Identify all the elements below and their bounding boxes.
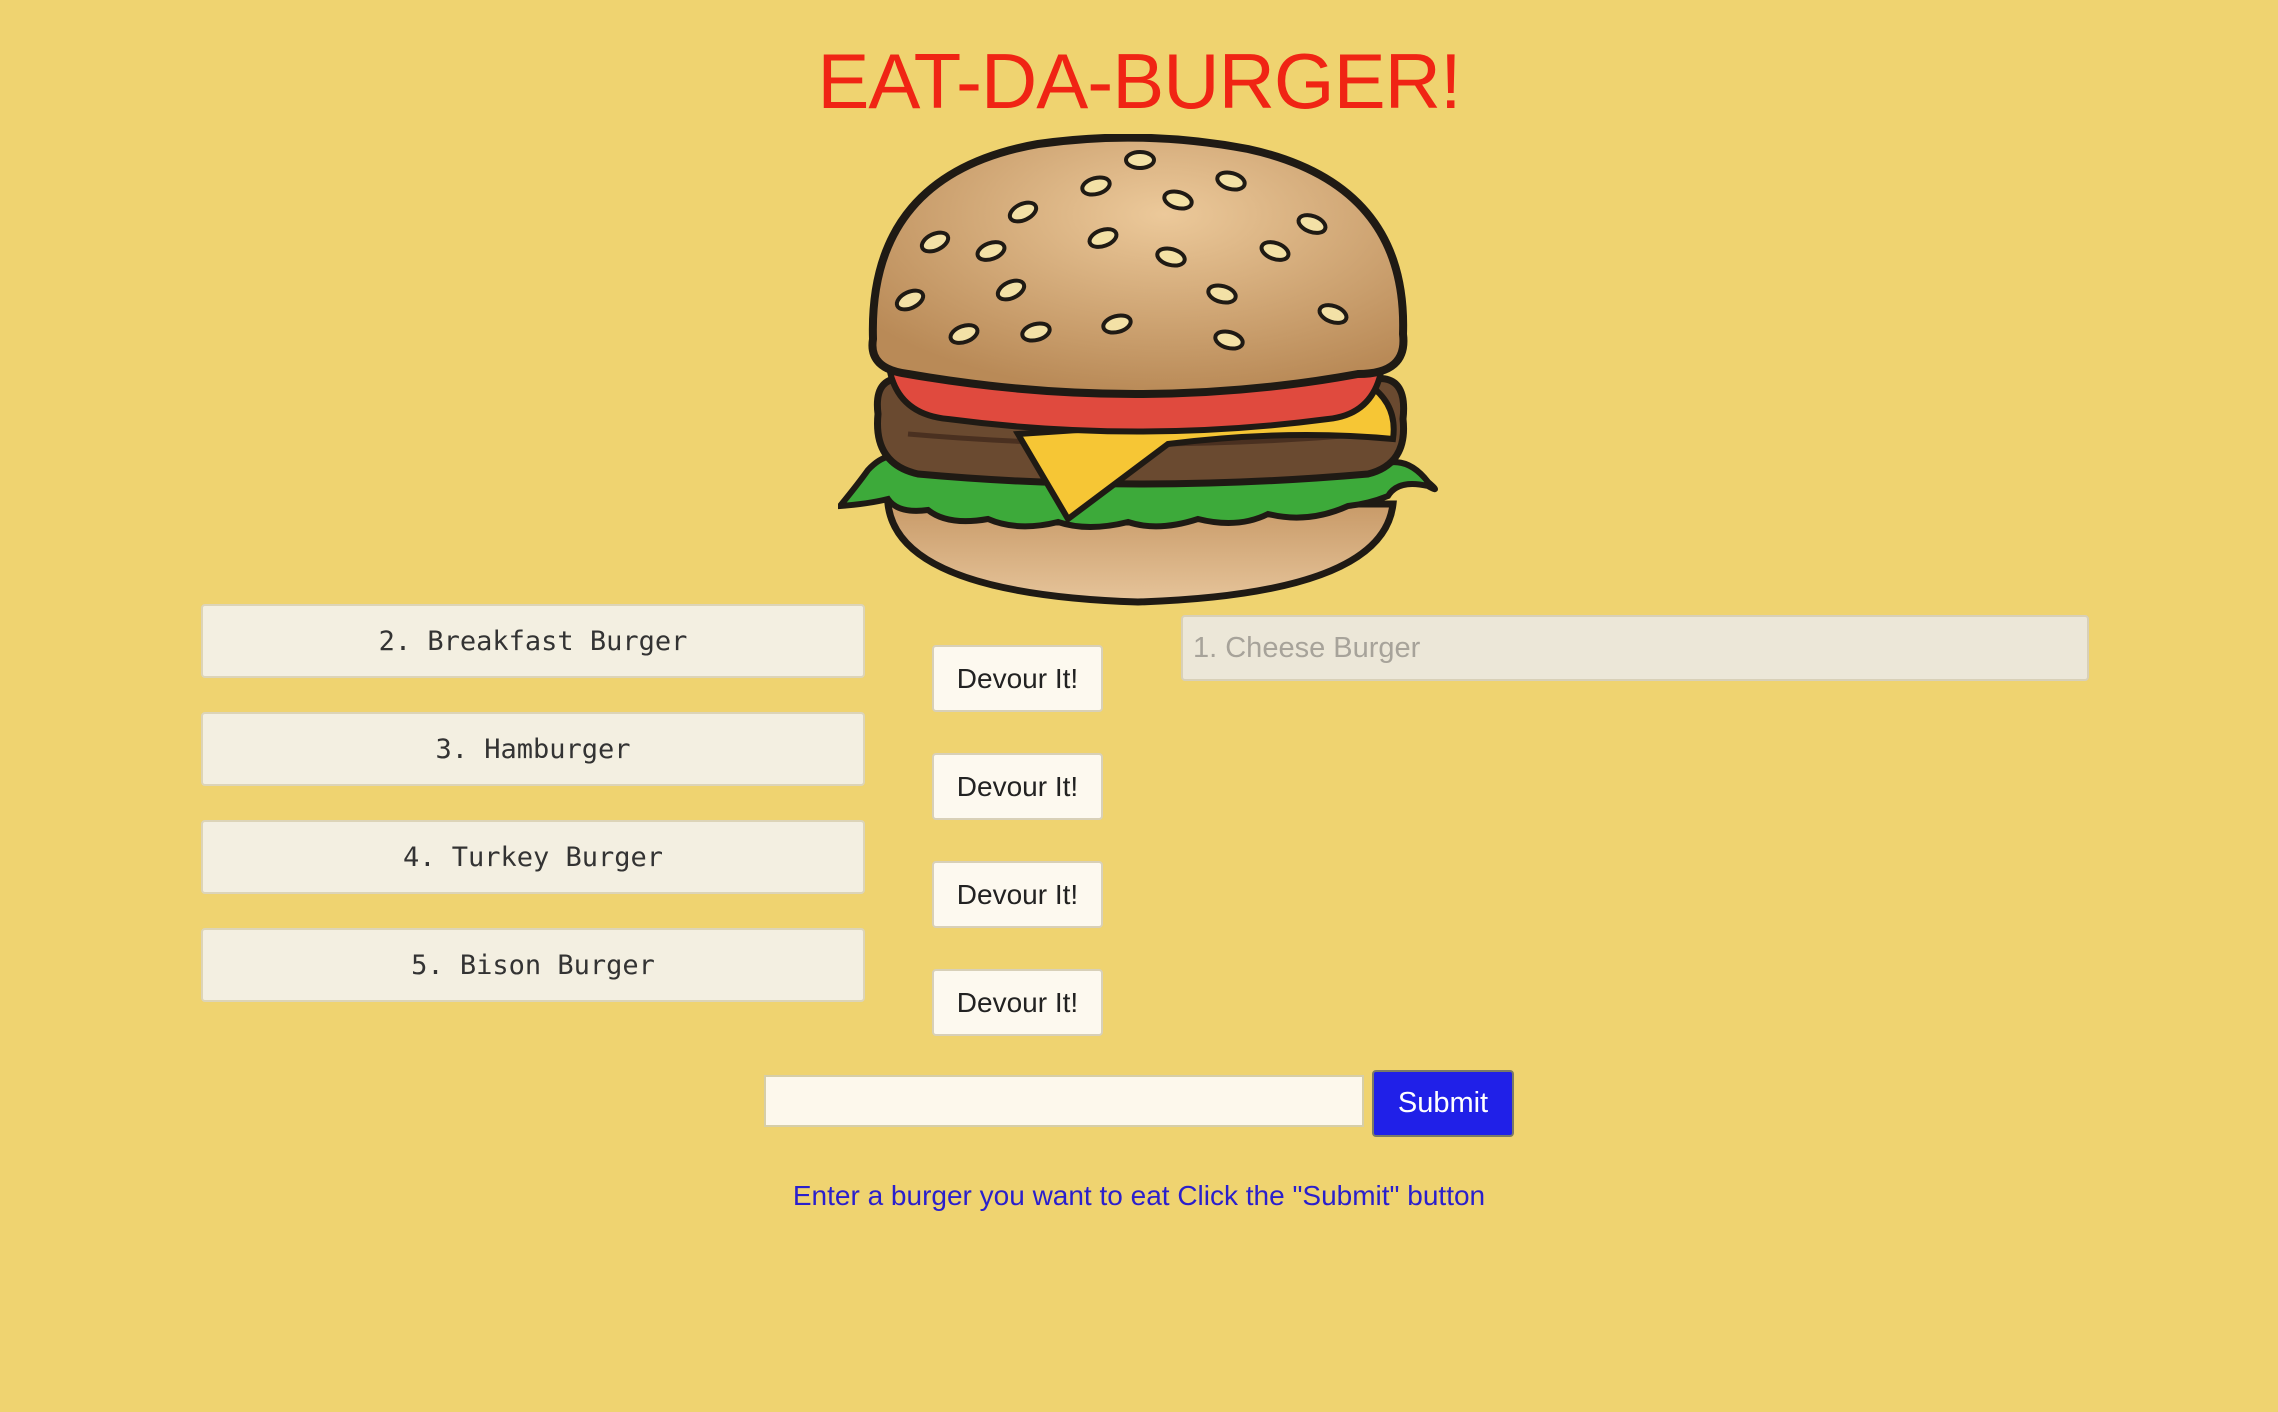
burger-item: 5. Bison Burger — [201, 928, 865, 1002]
devour-button[interactable]: Devour It! — [932, 861, 1103, 928]
burger-item: 3. Hamburger — [201, 712, 865, 786]
devour-button[interactable]: Devour It! — [932, 753, 1103, 820]
devour-button[interactable]: Devour It! — [932, 645, 1103, 712]
burger-illustration-icon — [838, 134, 1438, 606]
submit-button[interactable]: Submit — [1372, 1070, 1514, 1137]
devoured-burger-item: 1. Cheese Burger — [1181, 615, 2089, 681]
burger-item: 4. Turkey Burger — [201, 820, 865, 894]
burger-item: 2. Breakfast Burger — [201, 604, 865, 678]
devour-button[interactable]: Devour It! — [932, 969, 1103, 1036]
instructions-text: Enter a burger you want to eat Click the… — [792, 1180, 1486, 1211]
page-title: EAT-DA-BURGER! — [817, 37, 1461, 125]
burger-name-input[interactable] — [764, 1075, 1364, 1127]
